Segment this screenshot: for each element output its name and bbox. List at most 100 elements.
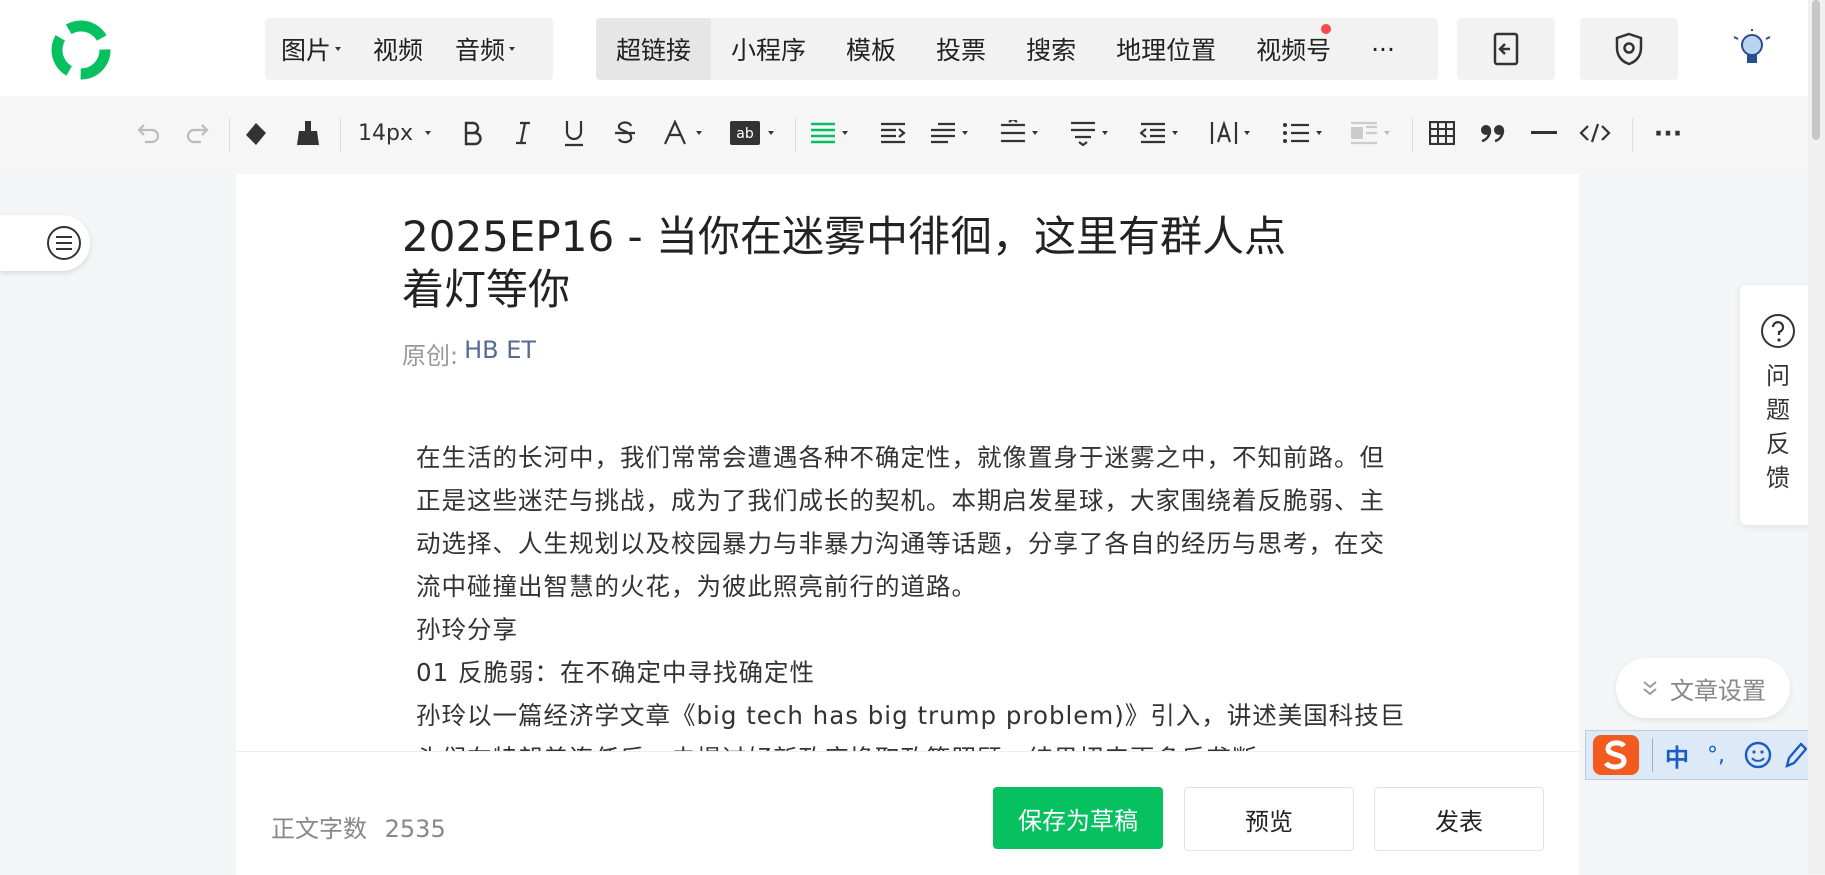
media-insert-group: 图片 视频 音频 bbox=[265, 18, 553, 80]
font-color-icon bbox=[663, 120, 687, 145]
chevron-down-icon bbox=[1102, 131, 1108, 135]
divider-icon[interactable] bbox=[1529, 116, 1559, 150]
undo-icon[interactable] bbox=[133, 116, 163, 150]
chevron-down-icon bbox=[1172, 131, 1178, 135]
first-line-indent-select[interactable] bbox=[930, 116, 978, 150]
toolbar-divider bbox=[340, 118, 341, 152]
outline-button[interactable] bbox=[0, 215, 90, 271]
underline-icon[interactable] bbox=[560, 116, 588, 150]
italic-icon[interactable] bbox=[509, 116, 537, 150]
line-height-select[interactable] bbox=[1000, 116, 1048, 150]
line-height-icon bbox=[1001, 120, 1025, 143]
align-select[interactable] bbox=[810, 116, 854, 150]
format-toolbar: 14px ab ··· bbox=[0, 96, 1808, 174]
quote-icon[interactable] bbox=[1478, 116, 1508, 150]
strikethrough-icon[interactable] bbox=[611, 116, 639, 150]
float-select[interactable] bbox=[1350, 116, 1398, 150]
insert-hyperlink-button[interactable]: 超链接 bbox=[596, 18, 712, 80]
outdent-select[interactable] bbox=[1140, 116, 1188, 150]
chevron-down-icon bbox=[509, 47, 516, 51]
format-brush-icon[interactable] bbox=[292, 116, 324, 150]
scrollbar-thumb[interactable] bbox=[1812, 0, 1820, 140]
preview-button[interactable]: 预览 bbox=[1184, 787, 1354, 851]
ime-toolbar: 中 °, bbox=[1585, 730, 1825, 780]
double-chevron-down-icon bbox=[1643, 681, 1657, 696]
article-body[interactable]: 在生活的长河中，我们常常会遭遇各种不确定性，就像置身于迷雾之中，不知前路。但正是… bbox=[416, 436, 1406, 766]
align-icon bbox=[811, 122, 835, 144]
body-paragraph[interactable]: 在生活的长河中，我们常常会遭遇各种不确定性，就像置身于迷雾之中，不知前路。但正是… bbox=[416, 436, 1406, 608]
ime-divider bbox=[1652, 738, 1653, 772]
chevron-down-icon bbox=[962, 131, 968, 135]
paragraph-spacing-select[interactable] bbox=[1070, 116, 1118, 150]
feedback-label: 问题反馈 bbox=[1766, 362, 1790, 492]
insert-template-button[interactable]: 模板 bbox=[826, 18, 916, 80]
toolbar-divider bbox=[795, 118, 796, 152]
code-icon[interactable] bbox=[1578, 116, 1612, 150]
chevron-down-icon bbox=[768, 131, 774, 135]
export-button[interactable] bbox=[1457, 18, 1555, 80]
list-select[interactable] bbox=[1282, 116, 1330, 150]
insert-miniprogram-button[interactable]: 小程序 bbox=[711, 18, 826, 80]
svg-text:ab: ab bbox=[736, 126, 754, 142]
pen-icon[interactable] bbox=[1783, 740, 1807, 770]
sogou-logo-icon[interactable] bbox=[1586, 731, 1646, 779]
insert-video-label: 视频 bbox=[373, 36, 424, 65]
wechat-mp-logo-icon[interactable] bbox=[50, 19, 112, 81]
help-icon bbox=[1761, 314, 1795, 348]
security-button[interactable] bbox=[1580, 18, 1678, 80]
body-paragraph[interactable]: 孙玲分享 bbox=[416, 608, 1406, 651]
insert-image-button[interactable]: 图片 bbox=[265, 31, 357, 67]
font-color-select[interactable] bbox=[662, 116, 710, 150]
insert-location-button[interactable]: 地理位置 bbox=[1096, 18, 1236, 80]
publish-button[interactable]: 发表 bbox=[1374, 787, 1544, 851]
font-size-value: 14px bbox=[358, 120, 413, 146]
more-inserts-button[interactable]: ··· bbox=[1351, 18, 1415, 80]
redo-icon[interactable] bbox=[183, 116, 213, 150]
author-name[interactable]: HB ET bbox=[464, 336, 536, 371]
emoji-icon[interactable] bbox=[1743, 740, 1773, 770]
chevron-down-icon bbox=[842, 131, 848, 135]
ime-mode-toggle[interactable]: 中 bbox=[1665, 738, 1689, 773]
letter-spacing-select[interactable] bbox=[1210, 116, 1258, 150]
more-icon[interactable]: ··· bbox=[1653, 116, 1683, 150]
font-size-select[interactable]: 14px bbox=[358, 116, 438, 150]
background-color-select[interactable]: ab bbox=[730, 116, 780, 150]
eraser-icon[interactable] bbox=[240, 116, 272, 150]
background-color-icon: ab bbox=[730, 121, 760, 145]
bottom-action-bar: 正文字数 2535 保存为草稿 预览 发表 bbox=[236, 751, 1579, 875]
chevron-down-icon bbox=[424, 131, 431, 135]
page-scrollbar[interactable] bbox=[1808, 0, 1825, 874]
account-avatar-button[interactable] bbox=[1703, 18, 1801, 80]
article-settings-label: 文章设置 bbox=[1670, 676, 1766, 705]
first-line-indent-icon bbox=[931, 122, 955, 144]
table-icon[interactable] bbox=[1427, 116, 1457, 150]
article-settings-button[interactable]: 文章设置 bbox=[1616, 658, 1790, 718]
outdent-icon bbox=[1140, 122, 1165, 144]
body-paragraph[interactable]: 01 反脆弱：在不确定中寻找确定性 bbox=[416, 651, 1406, 694]
outline-list-icon bbox=[47, 226, 81, 260]
insert-audio-label: 音频 bbox=[455, 36, 506, 65]
insert-search-button[interactable]: 搜索 bbox=[1006, 18, 1096, 80]
chevron-down-icon bbox=[1384, 131, 1390, 135]
indent-icon[interactable] bbox=[878, 116, 908, 150]
insert-channels-button[interactable]: 视频号 bbox=[1236, 18, 1351, 80]
insert-video-button[interactable]: 视频 bbox=[357, 31, 439, 67]
feedback-panel[interactable]: 问题反馈 bbox=[1740, 285, 1816, 525]
insert-vote-button[interactable]: 投票 bbox=[916, 18, 1006, 80]
insert-audio-button[interactable]: 音频 bbox=[439, 31, 531, 67]
paragraph-spacing-icon bbox=[1071, 121, 1095, 146]
bulb-avatar-icon bbox=[1733, 29, 1771, 63]
top-insert-bar: 图片 视频 音频 超链接 小程序 模板 投票 搜索 地理位置 视频号 ··· bbox=[0, 0, 1808, 96]
shield-icon bbox=[1615, 32, 1643, 66]
word-count-value: 2535 bbox=[384, 815, 446, 843]
word-count-label: 正文字数 bbox=[271, 815, 367, 843]
bold-icon[interactable] bbox=[458, 116, 486, 150]
toolbar-divider bbox=[229, 118, 230, 152]
chevron-down-icon bbox=[1032, 131, 1038, 135]
save-draft-button[interactable]: 保存为草稿 bbox=[993, 787, 1163, 849]
article-title[interactable]: 2025EP16 - 当你在迷雾中徘徊，这里有群人点着灯等你 bbox=[402, 210, 1302, 316]
chevron-down-icon bbox=[696, 131, 702, 135]
article-byline: 原创: HB ET bbox=[402, 336, 536, 371]
list-icon bbox=[1283, 123, 1309, 143]
ime-punct-toggle[interactable]: °, bbox=[1707, 743, 1725, 768]
